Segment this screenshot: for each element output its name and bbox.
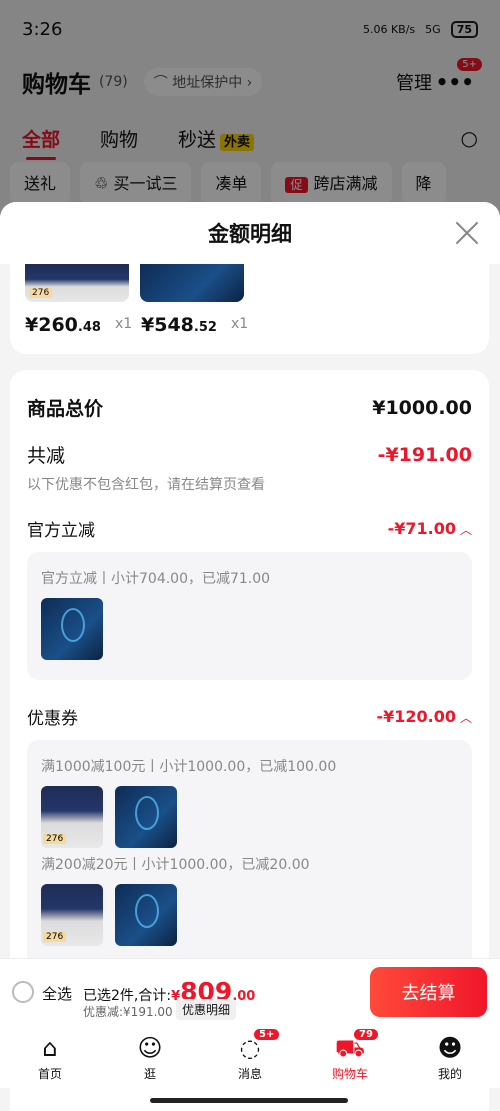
item-price: ¥548.52 bbox=[141, 314, 217, 336]
nav-messages[interactable]: ◌ 5+ 消息 bbox=[200, 1026, 300, 1088]
official-discount-amount: -¥71.00 bbox=[387, 519, 456, 538]
item-qty: x1 bbox=[231, 316, 249, 332]
checkout-button[interactable]: 去结算 bbox=[370, 967, 487, 1017]
item-price-dec: .52 bbox=[193, 320, 217, 335]
reduce-row: 共减 -¥191.00 bbox=[27, 441, 472, 468]
items-card: 276 ¥260.48 x1 ¥548.52 x1 bbox=[10, 264, 489, 354]
bottom-nav: ⌂ 首页 ☺ 逛 ◌ 5+ 消息 ⛟ 79 购物车 ☻ 我的 bbox=[0, 1026, 500, 1088]
thumb-label: 276 bbox=[29, 288, 53, 298]
item-price-dec: .48 bbox=[77, 320, 101, 335]
official-discount-amount-wrap: -¥71.00 ︿ bbox=[388, 519, 472, 538]
user-icon: ☻ bbox=[437, 1034, 463, 1062]
selected-count: 已选2件,合计: bbox=[83, 988, 172, 1004]
thumb-label: 276 bbox=[43, 834, 67, 844]
racket-graphic bbox=[135, 796, 159, 830]
official-discount-box: 官方立减丨小计704.00，已减71.00 bbox=[27, 552, 472, 680]
cart-badge: 79 bbox=[354, 1029, 378, 1040]
face-icon: ☺ bbox=[137, 1034, 163, 1062]
nav-browse[interactable]: ☺ 逛 bbox=[100, 1026, 200, 1088]
nav-label: 首页 bbox=[37, 1067, 62, 1081]
nav-mine[interactable]: ☻ 我的 bbox=[400, 1026, 500, 1088]
select-all-checkbox[interactable] bbox=[12, 981, 34, 1003]
racket-graphic bbox=[61, 608, 85, 642]
goods-total-label: 商品总价 bbox=[27, 398, 104, 420]
product-thumb-racket[interactable] bbox=[41, 598, 103, 660]
coupon-row[interactable]: 优惠券 -¥120.00 ︿ bbox=[27, 704, 472, 729]
item-price-int: ¥548 bbox=[141, 314, 194, 336]
nav-cart[interactable]: ⛟ 79 购物车 bbox=[300, 1026, 400, 1088]
goods-total-value: ¥1000.00 bbox=[372, 396, 472, 419]
product-thumb-pants[interactable]: 276 bbox=[25, 264, 129, 302]
nav-home[interactable]: ⌂ 首页 bbox=[0, 1026, 100, 1088]
item-qty: x1 bbox=[115, 316, 133, 332]
nav-label: 逛 bbox=[143, 1067, 156, 1081]
reduce-label: 共减 bbox=[27, 445, 66, 467]
coupon-amount: -¥120.00 bbox=[376, 707, 456, 726]
official-discount-detail: 官方立减丨小计704.00，已减71.00 bbox=[41, 571, 271, 587]
reduce-note: 以下优惠不包含红包，请在结算页查看 bbox=[27, 477, 265, 493]
home-icon: ⌂ bbox=[42, 1034, 58, 1062]
reduce-value: -¥191.00 bbox=[377, 443, 472, 466]
select-all-label[interactable]: 全选 bbox=[42, 983, 72, 1004]
product-thumb-racket[interactable] bbox=[140, 264, 244, 302]
item-price-int: ¥260 bbox=[25, 314, 78, 336]
coupon-rule-text: 满200减20元丨小计1000.00，已减20.00 bbox=[41, 857, 310, 873]
racket-graphic bbox=[135, 894, 159, 928]
official-discount-row[interactable]: 官方立减 -¥71.00 ︿ bbox=[27, 516, 472, 541]
coupon-amount-wrap: -¥120.00 ︿ bbox=[376, 707, 472, 726]
discount-detail-button[interactable]: 优惠明细 bbox=[176, 999, 237, 1020]
thumb-label: 276 bbox=[43, 932, 67, 942]
product-thumb-racket[interactable] bbox=[115, 786, 177, 848]
sheet-title: 金额明细 bbox=[208, 222, 292, 246]
nav-label: 我的 bbox=[437, 1067, 462, 1081]
product-thumb-pants[interactable]: 276 bbox=[41, 884, 103, 946]
checkout-bar: 全选 已选2件,合计:¥809.00 优惠减:¥191.00 优惠明细 去结算 bbox=[0, 958, 500, 1026]
sheet-header: 金额明细 bbox=[0, 202, 500, 264]
goods-total-row: 商品总价 ¥1000.00 bbox=[27, 394, 472, 421]
product-thumb-pants[interactable]: 276 bbox=[41, 786, 103, 848]
close-icon[interactable] bbox=[454, 220, 480, 246]
coupon-label: 优惠券 bbox=[27, 709, 78, 729]
nav-label: 消息 bbox=[237, 1067, 262, 1081]
message-badge: 5+ bbox=[254, 1029, 280, 1040]
home-indicator[interactable] bbox=[150, 1098, 348, 1103]
item-price: ¥260.48 bbox=[25, 314, 101, 336]
chevron-up-icon[interactable]: ︿ bbox=[460, 711, 472, 725]
discount-summary: 优惠减:¥191.00 bbox=[83, 1005, 173, 1019]
product-thumb-racket[interactable] bbox=[115, 884, 177, 946]
coupon-rule-text: 满1000减100元丨小计1000.00，已减100.00 bbox=[41, 759, 337, 775]
chevron-up-icon[interactable]: ︿ bbox=[460, 523, 472, 537]
nav-label: 购物车 bbox=[331, 1067, 368, 1081]
official-discount-label: 官方立减 bbox=[27, 521, 95, 541]
cart-page: 3:26 5.06 KB/s 5G 75 购物车 (79) ⌒ 地址保护中 › … bbox=[0, 0, 500, 1111]
